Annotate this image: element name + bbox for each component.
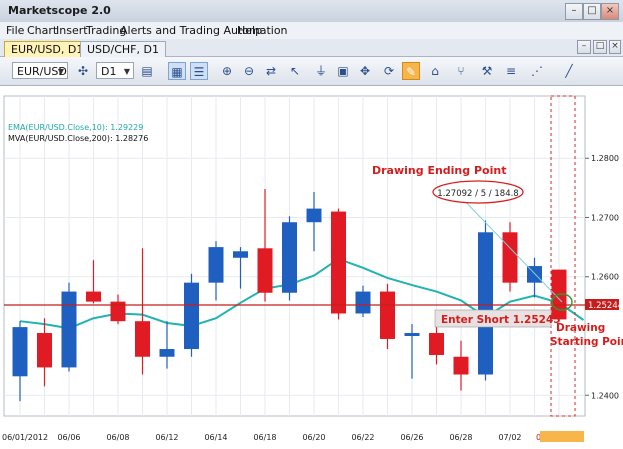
candle <box>61 282 77 372</box>
candle-body <box>12 327 28 377</box>
x-tick-label: 06/12 <box>155 433 178 442</box>
drawing-starting-label-2: Starting Point <box>550 336 623 348</box>
candle <box>502 222 518 292</box>
zoom-icon[interactable]: ⊕ <box>218 62 236 80</box>
candle <box>478 220 493 381</box>
candle-body <box>233 251 248 258</box>
x-tick-label: 06/08 <box>106 433 129 442</box>
candle-body <box>355 291 371 314</box>
y-tick-label: 1.2400 <box>591 391 619 400</box>
candle-body <box>184 282 199 350</box>
candle-body <box>86 291 101 302</box>
candle <box>184 273 199 357</box>
fan-icon[interactable]: ⚒ <box>478 62 496 80</box>
menu-file[interactable]: File <box>6 24 24 37</box>
tab-eurusd[interactable]: EUR/USD, D1 <box>4 41 91 57</box>
price-chart[interactable]: 1.2800 1.2700 1.2600 1.2400 06/01/2012 06/06… <box>0 86 623 446</box>
enter-short-label: Enter Short 1.25245 <box>441 314 561 326</box>
candle-body <box>37 333 52 368</box>
cursor-icon[interactable]: ↖ <box>286 62 304 80</box>
x-tick-label: 06/01/2012 <box>2 433 48 442</box>
pan-icon[interactable]: ✥ <box>356 62 374 80</box>
fib-icon[interactable]: ▣ <box>334 62 352 80</box>
candle <box>331 208 346 320</box>
close-button[interactable]: × <box>601 3 619 20</box>
menu-alerts-automation[interactable]: Alerts and Trading Automation <box>120 24 288 37</box>
candle-body <box>453 356 469 375</box>
chart-tabs: EUR/USD, D1 USD/CHF, D1 – □ × <box>0 39 623 57</box>
y-tick-label: 1.2600 <box>591 273 619 282</box>
candle <box>282 216 297 301</box>
candle-body <box>306 208 322 223</box>
tab-maximize-button[interactable]: □ <box>593 40 607 54</box>
menu-chart[interactable]: Chart <box>27 24 57 37</box>
x-tick-label: 06/22 <box>351 433 374 442</box>
trendline-icon[interactable]: ╱ <box>560 62 578 80</box>
candle-body <box>61 291 77 368</box>
zoom-out-icon[interactable]: ⊖ <box>240 62 258 80</box>
chevron-down-icon: ▼ <box>57 67 64 76</box>
candle-body <box>135 321 150 357</box>
nav-icon[interactable]: ⇄ <box>262 62 280 80</box>
instrument-select[interactable]: EUR/USD ▼ <box>12 62 68 79</box>
x-tick-label: 07/02 <box>498 433 521 442</box>
bar-chart-icon[interactable]: ▤ <box>138 62 156 80</box>
candle-body <box>429 333 444 355</box>
current-date-box <box>540 431 584 442</box>
toolbar: EUR/USD ▼ ✣ D1 ▼ ▤ ▦ ☰ ⊕ ⊖ ⇄ ↖ ⏚ ▣ ✥ ⟳ ✎… <box>0 57 623 86</box>
pencil-active-icon[interactable]: ✎ <box>402 62 420 80</box>
drawing-ending-label: Drawing Ending Point <box>372 164 506 177</box>
timeframe-select[interactable]: D1 ▼ <box>96 62 134 79</box>
candle-body <box>331 211 346 314</box>
menu-icon[interactable]: ≡ <box>502 62 520 80</box>
x-axis: 06/01/2012 06/06 06/08 06/12 06/14 06/18 06/20… <box>2 433 582 442</box>
candle-body <box>404 333 420 336</box>
menu-bar: File Chart Insert Trading Alerts and Tra… <box>0 22 623 39</box>
maximize-button[interactable]: □ <box>583 3 601 20</box>
timeframe-value: D1 <box>101 65 117 78</box>
candle-body <box>159 349 175 357</box>
menu-insert[interactable]: Insert <box>56 24 88 37</box>
candle-body <box>257 248 273 293</box>
tab-usdchf[interactable]: USD/CHF, D1 <box>80 41 166 57</box>
candle-body <box>502 232 518 283</box>
list-icon[interactable]: ☰ <box>190 62 208 80</box>
tab-close-button[interactable]: × <box>609 40 621 54</box>
hline-icon[interactable]: ⋰ <box>528 62 546 80</box>
y-tick-label: 1.2700 <box>591 213 619 222</box>
line-tool-icon[interactable]: ⏚ <box>312 62 330 80</box>
y-tick-label: 1.2800 <box>591 154 619 163</box>
x-tick-label: 06/28 <box>449 433 472 442</box>
minimize-button[interactable]: – <box>565 3 583 20</box>
candle-body <box>478 232 493 375</box>
x-tick-label: 06/06 <box>57 433 80 442</box>
mva-legend: MVA(EUR/USD.Close,200): 1.28276 <box>8 134 148 143</box>
x-tick-label: 06/14 <box>204 433 227 442</box>
y-axis: 1.2800 1.2700 1.2600 1.2400 <box>585 154 619 400</box>
x-tick-label: 06/18 <box>253 433 276 442</box>
title-bar: Marketscope 2.0 – □ × <box>0 0 623 23</box>
fork-icon[interactable]: ⑂ <box>452 62 470 80</box>
candle-body <box>208 247 224 283</box>
x-tick-label: 06/26 <box>400 433 423 442</box>
refresh-icon[interactable]: ⟳ <box>380 62 398 80</box>
ema-legend: EMA(EUR/USD.Close,10): 1.29229 <box>8 123 143 132</box>
price-tag-label: 1.25244 <box>588 301 623 311</box>
app-title: Marketscope 2.0 <box>8 4 111 17</box>
grid-icon[interactable]: ▦ <box>168 62 186 80</box>
chevron-down-icon: ▼ <box>123 67 130 76</box>
candle-body <box>380 291 395 339</box>
menu-help[interactable]: Help <box>237 24 262 37</box>
tab-minimize-button[interactable]: – <box>577 40 591 54</box>
drawing-starting-label-1: Drawing <box>556 322 605 334</box>
note-icon[interactable]: ⌂ <box>426 62 444 80</box>
measure-label: 1.27092 / 5 / 184.8 <box>437 189 518 199</box>
cross-icon[interactable]: ✣ <box>74 62 92 80</box>
candle-body <box>282 222 297 293</box>
x-tick-label: 06/20 <box>302 433 325 442</box>
chart-area[interactable]: 1.2800 1.2700 1.2600 1.2400 06/01/2012 06/06… <box>0 86 623 446</box>
